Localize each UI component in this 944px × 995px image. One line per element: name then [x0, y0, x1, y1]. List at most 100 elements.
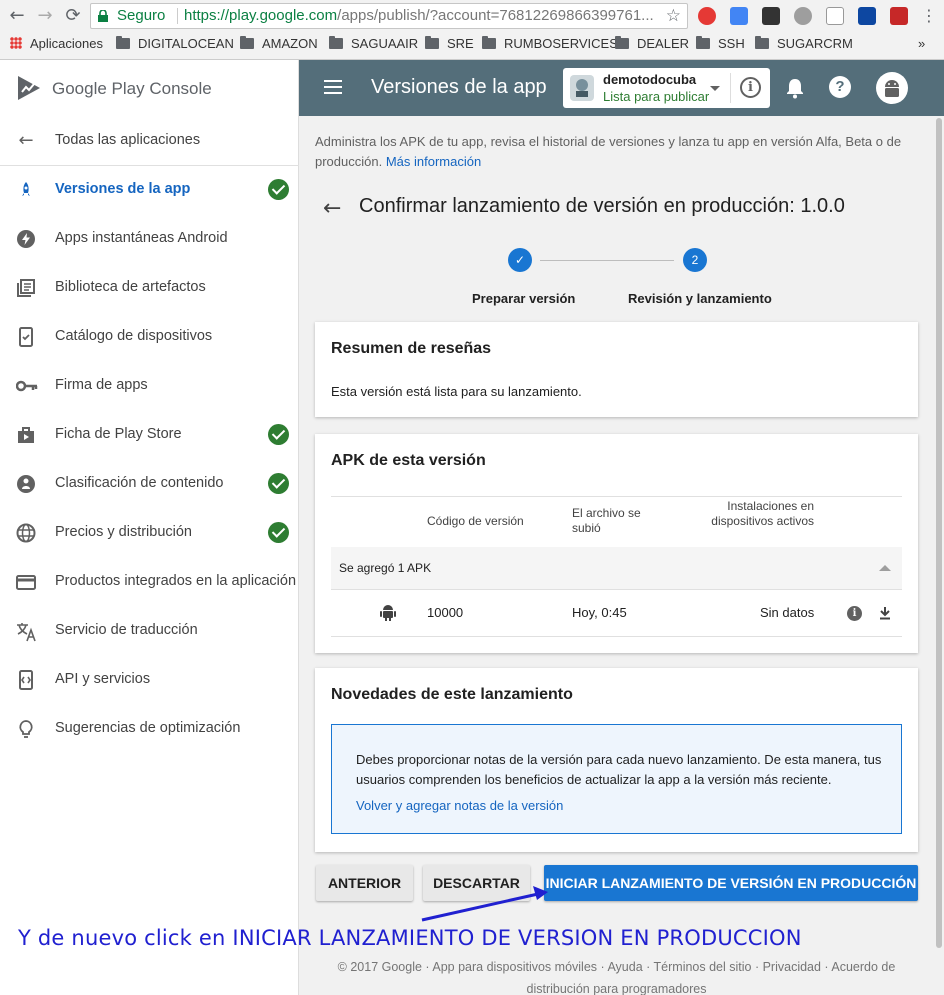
- sidebar-item-artifact-library[interactable]: Biblioteca de artefactos: [0, 268, 299, 308]
- browser-menu-icon[interactable]: ⋮: [918, 5, 940, 27]
- discard-button[interactable]: DESCARTAR: [423, 865, 530, 901]
- opera-extension-icon[interactable]: [698, 7, 716, 25]
- sidebar-item-device-catalog[interactable]: Catálogo de dispositivos: [0, 317, 299, 357]
- sidebar-item-api-services[interactable]: API y servicios: [0, 660, 299, 700]
- release-notes-notice: Debes proporcionar notas de la versión p…: [331, 724, 902, 834]
- page-section-title: Versiones de la app: [371, 76, 547, 98]
- step-number-2: 2: [683, 248, 707, 272]
- bookmarks-bar: Aplicaciones DIGITALOCEAN AMAZON SAGUAAI…: [0, 33, 944, 57]
- library-icon: [16, 278, 36, 298]
- sidebar-item-label: Biblioteca de artefactos: [55, 279, 206, 295]
- add-release-notes-link[interactable]: Volver y agregar notas de la versión: [356, 798, 563, 813]
- installs-cell: Sin datos: [760, 605, 815, 620]
- hamburger-menu-icon[interactable]: [324, 80, 342, 94]
- sidebar-item-label: Productos integrados en la aplicación: [55, 573, 297, 589]
- bookmark-rumboservices[interactable]: RUMBOSERVICES: [482, 36, 618, 52]
- sidebar-item-optimization-tips[interactable]: Sugerencias de optimización: [0, 709, 299, 749]
- apk-card: APK de esta versión Código de versión El…: [315, 434, 918, 653]
- folder-icon: [240, 36, 254, 49]
- sidebar-item-store-listing[interactable]: Ficha de Play Store: [0, 415, 299, 455]
- app-status: Lista para publicar: [603, 89, 710, 104]
- apk-info-icon[interactable]: i: [847, 606, 862, 621]
- lock-icon: [98, 10, 108, 22]
- bookmark-dealer[interactable]: DEALER: [615, 36, 689, 52]
- address-bar[interactable]: Seguro https://play.google.com/apps/publ…: [90, 3, 688, 29]
- bookmark-star-icon[interactable]: ☆: [666, 4, 681, 28]
- url-text: https://play.google.com/apps/publish/?ac…: [184, 4, 654, 28]
- bookmark-ssh[interactable]: SSH: [696, 36, 745, 52]
- sidebar-item-pricing[interactable]: Precios y distribución: [0, 513, 299, 553]
- check-circle-icon: [268, 473, 289, 494]
- store-listing-icon: [16, 425, 36, 445]
- sidebar-item-app-signing[interactable]: Firma de apps: [0, 366, 299, 406]
- play-console-logo[interactable]: Google Play Console: [16, 74, 296, 104]
- apk-group-label: Se agregó 1 APK: [339, 561, 432, 575]
- cube-extension-icon[interactable]: [826, 7, 844, 25]
- sidebar-item-label: Precios y distribución: [55, 524, 192, 540]
- red-extension-icon[interactable]: [890, 7, 908, 25]
- help-icon[interactable]: ?: [829, 76, 851, 98]
- previous-button[interactable]: ANTERIOR: [316, 865, 413, 901]
- step-label-review: Revisión y lanzamiento: [628, 291, 772, 306]
- all-apps-link[interactable]: ← Todas las aplicaciones: [0, 121, 299, 161]
- bookmark-apps[interactable]: Aplicaciones: [10, 36, 103, 52]
- reload-icon[interactable]: ⟳: [62, 5, 84, 27]
- download-icon[interactable]: [879, 606, 891, 620]
- translate-icon: [16, 621, 36, 642]
- sidebar-item-translation[interactable]: Servicio de traducción: [0, 611, 299, 651]
- whats-new-title: Novedades de este lanzamiento: [331, 686, 573, 703]
- film-extension-icon[interactable]: [762, 7, 780, 25]
- sidebar-item-in-app-products[interactable]: Productos integrados en la aplicación: [0, 562, 299, 602]
- sidebar-item-label: Versiones de la app: [55, 181, 191, 197]
- sidebar-item-instant-apps[interactable]: Apps instantáneas Android: [0, 219, 299, 259]
- sidebar-item-app-releases[interactable]: Versiones de la app: [0, 170, 299, 210]
- review-summary-title: Resumen de reseñas: [331, 340, 492, 357]
- info-icon[interactable]: i: [740, 77, 761, 98]
- bookmark-label: RUMBOSERVICES: [504, 36, 618, 51]
- bookmark-label: SUGARCRM: [777, 36, 853, 51]
- bookmark-label: DEALER: [637, 36, 690, 51]
- column-header-uploaded: El archivo se subió: [572, 506, 641, 535]
- learn-more-link[interactable]: Más información: [386, 154, 481, 169]
- main-scrollbar[interactable]: [934, 116, 944, 995]
- back-arrow-icon[interactable]: ←: [323, 196, 341, 221]
- review-summary-card: Resumen de reseñas Esta versión está lis…: [315, 322, 918, 417]
- bookmark-amazon[interactable]: AMAZON: [240, 36, 318, 52]
- more-bookmarks[interactable]: »: [918, 36, 925, 52]
- folder-icon: [615, 36, 629, 49]
- back-nav-icon[interactable]: ←: [6, 5, 28, 27]
- secure-label: Seguro: [117, 7, 166, 24]
- bookmark-digitalocean[interactable]: DIGITALOCEAN: [116, 36, 234, 52]
- notifications-bell-icon[interactable]: [786, 77, 804, 99]
- folder-icon: [755, 36, 769, 49]
- start-production-rollout-button[interactable]: INICIAR LANZAMIENTO DE VERSIÓN EN PRODUC…: [544, 865, 918, 901]
- sidebar-item-label: Catálogo de dispositivos: [55, 328, 213, 344]
- sidebar-item-label: Clasificación de contenido: [55, 475, 224, 491]
- folder-icon: [329, 36, 343, 49]
- app-name: demotodocuba: [603, 72, 697, 87]
- sidebar-item-label: Firma de apps: [55, 377, 148, 393]
- bookmark-sugarcrm[interactable]: SUGARCRM: [755, 36, 853, 52]
- bookmark-saguaair[interactable]: SAGUAAIR: [329, 36, 418, 52]
- card-icon: [16, 572, 36, 592]
- app-selector[interactable]: demotodocuba Lista para publicar i: [563, 68, 770, 108]
- selector-separator: [730, 73, 731, 103]
- sidebar: Google Play Console ← Todas las aplicaci…: [0, 60, 299, 995]
- forward-nav-icon[interactable]: →: [34, 5, 56, 27]
- android-icon: [380, 605, 396, 621]
- li-extension-icon[interactable]: [858, 7, 876, 25]
- api-icon: [16, 670, 36, 690]
- check-circle-icon: [268, 179, 289, 200]
- puzzle-extension-icon[interactable]: [794, 7, 812, 25]
- scrollbar-thumb[interactable]: [936, 118, 942, 948]
- table-bottom-divider: [331, 636, 902, 637]
- translate-extension-icon[interactable]: [730, 7, 748, 25]
- bookmark-sre[interactable]: SRE: [425, 36, 474, 52]
- sidebar-item-content-rating[interactable]: Clasificación de contenido: [0, 464, 299, 504]
- apk-group-row[interactable]: Se agregó 1 APK: [331, 547, 902, 589]
- intro-text: Administra los APK de tu app, revisa el …: [315, 132, 915, 172]
- table-row: 10000 Hoy, 0:45 Sin datos i: [331, 590, 902, 637]
- user-avatar[interactable]: [876, 72, 908, 104]
- bookmark-label: SSH: [718, 36, 745, 51]
- collapse-caret-icon[interactable]: [879, 565, 891, 571]
